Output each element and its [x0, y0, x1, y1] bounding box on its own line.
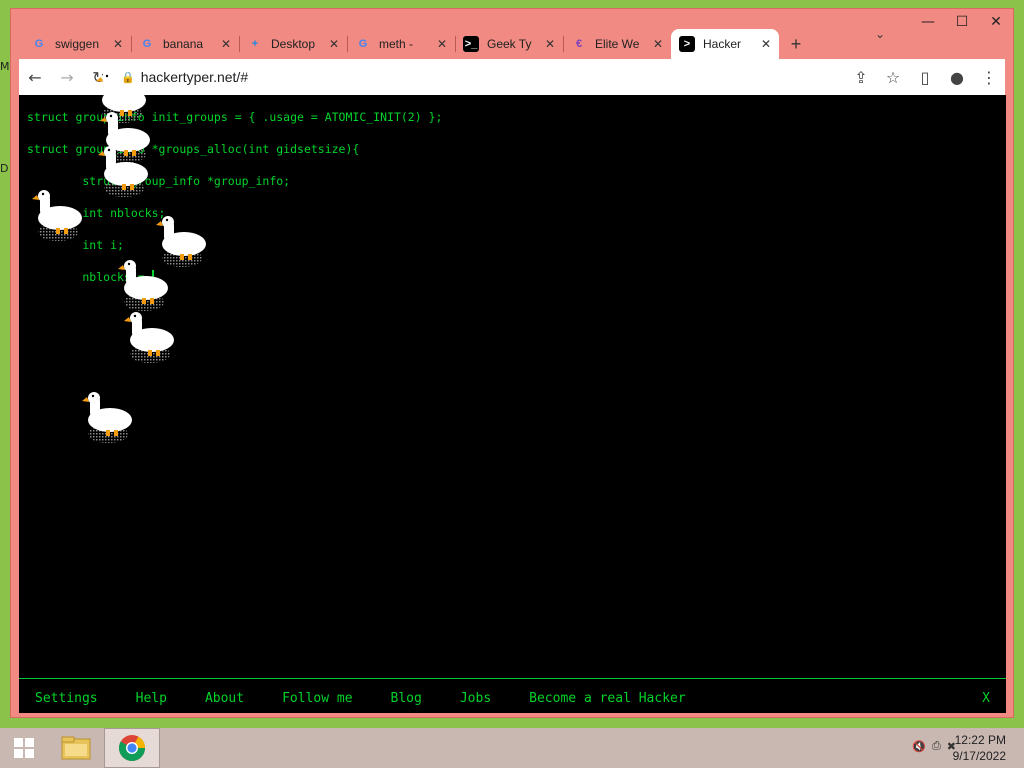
forward-button[interactable]: → [51, 61, 83, 93]
minimize-button[interactable]: — [911, 9, 945, 35]
desktop-icon-letter: M [0, 60, 10, 73]
elite-icon: € [575, 38, 583, 50]
tab-close-icon[interactable]: ✕ [545, 37, 555, 51]
address-bar[interactable]: hackertyper.net/# [141, 69, 845, 85]
profile-avatar-icon[interactable]: ● [941, 61, 973, 93]
clock-time: 12:22 PM [954, 733, 1006, 747]
toolbar-actions: ⇪ ☆ ▯ ● ⋮ [845, 61, 1005, 93]
clock[interactable]: 12:22 PM 9/17/2022 [953, 732, 1006, 764]
hackertyper-terminal[interactable]: struct group_info init_groups = { .usage… [19, 95, 1006, 713]
tab-0[interactable]: Gswiggen ✕ [23, 29, 131, 59]
tab-close-icon[interactable]: ✕ [221, 37, 231, 51]
chrome-icon [118, 735, 146, 762]
google-icon: G [142, 38, 152, 50]
tab-title: Hacker [703, 37, 742, 51]
tab-close-icon[interactable]: ✕ [329, 37, 339, 51]
tab-1[interactable]: Gbanana ✕ [131, 29, 239, 59]
desktop-icon-letter: D [0, 162, 9, 175]
side-panel-icon[interactable]: ▯ [909, 61, 941, 93]
back-button[interactable]: ← [19, 61, 51, 93]
goose-icon[interactable] [120, 308, 178, 373]
code-line: struct group_info *groups_alloc(int gids… [27, 142, 360, 156]
close-window-button[interactable]: ✕ [979, 9, 1013, 35]
goose-icon[interactable] [28, 186, 86, 251]
tab-title: banana [163, 37, 204, 51]
tab-close-icon[interactable]: ✕ [761, 37, 771, 51]
tab-title: Desktop [271, 37, 316, 51]
tab-5[interactable]: € Elite We ✕ [563, 29, 671, 59]
code-line: int nblocks; [27, 206, 166, 220]
tab-close-icon[interactable]: ✕ [113, 37, 123, 51]
terminal-icon: >_ [463, 36, 479, 52]
tab-2[interactable]: + Desktop ✕ [239, 29, 347, 59]
tab-title: Geek Ty [487, 37, 532, 51]
tab-6[interactable]: > Hacker ✕ [671, 29, 779, 59]
code-line: struct group_info *group_info; [27, 174, 291, 188]
maximize-button[interactable]: ☐ [945, 9, 979, 35]
tab-3[interactable]: Gmeth - ✕ [347, 29, 455, 59]
window-controls: — ☐ ✕ [911, 9, 1013, 35]
tab-search-chevron-icon[interactable]: ⌄ [875, 27, 885, 41]
code-output: struct group_info init_groups = { .usage… [27, 101, 442, 293]
browser-toolbar: ← → ↻ 🔒 hackertyper.net/# ⇪ ☆ ▯ ● ⋮ [19, 59, 1005, 95]
code-line: nblocks = [27, 270, 154, 284]
footer-nav: Settings Help About Follow me Blog Jobs Become… [19, 678, 1006, 718]
tab-title: Elite We [595, 37, 640, 51]
google-icon: G [358, 38, 368, 50]
file-explorer-taskbar-button[interactable] [48, 728, 104, 768]
folder-icon [61, 736, 91, 760]
tab-close-icon[interactable]: ✕ [437, 37, 447, 51]
footer-link-jobs[interactable]: Jobs [460, 691, 491, 706]
chrome-taskbar-button[interactable] [104, 728, 160, 768]
system-tray: 🔇 ⎙ ✖ [912, 740, 956, 753]
share-icon[interactable]: ⇪ [845, 61, 877, 93]
footer-link-help[interactable]: Help [136, 691, 167, 706]
tab-strip: Gswiggen ✕ Gbanana ✕ + Desktop ✕ Gmeth - ✕ >_ Gee… [23, 23, 813, 59]
bookmark-star-icon[interactable]: ☆ [877, 61, 909, 93]
desktop-app-icon: + [251, 38, 259, 50]
code-line: int i; [27, 238, 124, 252]
footer-link-become-a-real-hacker[interactable]: Become a real Hacker [529, 691, 686, 706]
tab-4[interactable]: >_ Geek Ty ✕ [455, 29, 563, 59]
volume-muted-icon[interactable]: 🔇 [912, 740, 926, 753]
footer-link-blog[interactable]: Blog [391, 691, 422, 706]
footer-link-about[interactable]: About [205, 691, 244, 706]
windows-logo-icon [14, 738, 34, 758]
clock-date: 9/17/2022 [952, 749, 1006, 763]
network-icon[interactable]: ⎙ [932, 740, 941, 753]
google-icon: G [34, 38, 44, 50]
tab-close-icon[interactable]: ✕ [653, 37, 663, 51]
goose-icon[interactable] [94, 142, 152, 207]
hacker-icon: > [679, 36, 695, 52]
browser-menu-icon[interactable]: ⋮ [973, 61, 1005, 93]
goose-icon[interactable] [78, 388, 136, 453]
tab-title: swiggen [55, 37, 100, 51]
tab-title: meth - [379, 37, 414, 51]
start-button[interactable] [0, 728, 48, 768]
code-line: struct group_info init_groups = { .usage… [27, 110, 443, 124]
new-tab-button[interactable]: + [779, 29, 813, 59]
footer-close-button[interactable]: X [982, 691, 990, 706]
footer-link-follow-me[interactable]: Follow me [282, 691, 352, 706]
footer-link-settings[interactable]: Settings [35, 691, 98, 706]
taskbar: 🔇 ⎙ ✖ 12:22 PM 9/17/2022 [0, 728, 1024, 768]
